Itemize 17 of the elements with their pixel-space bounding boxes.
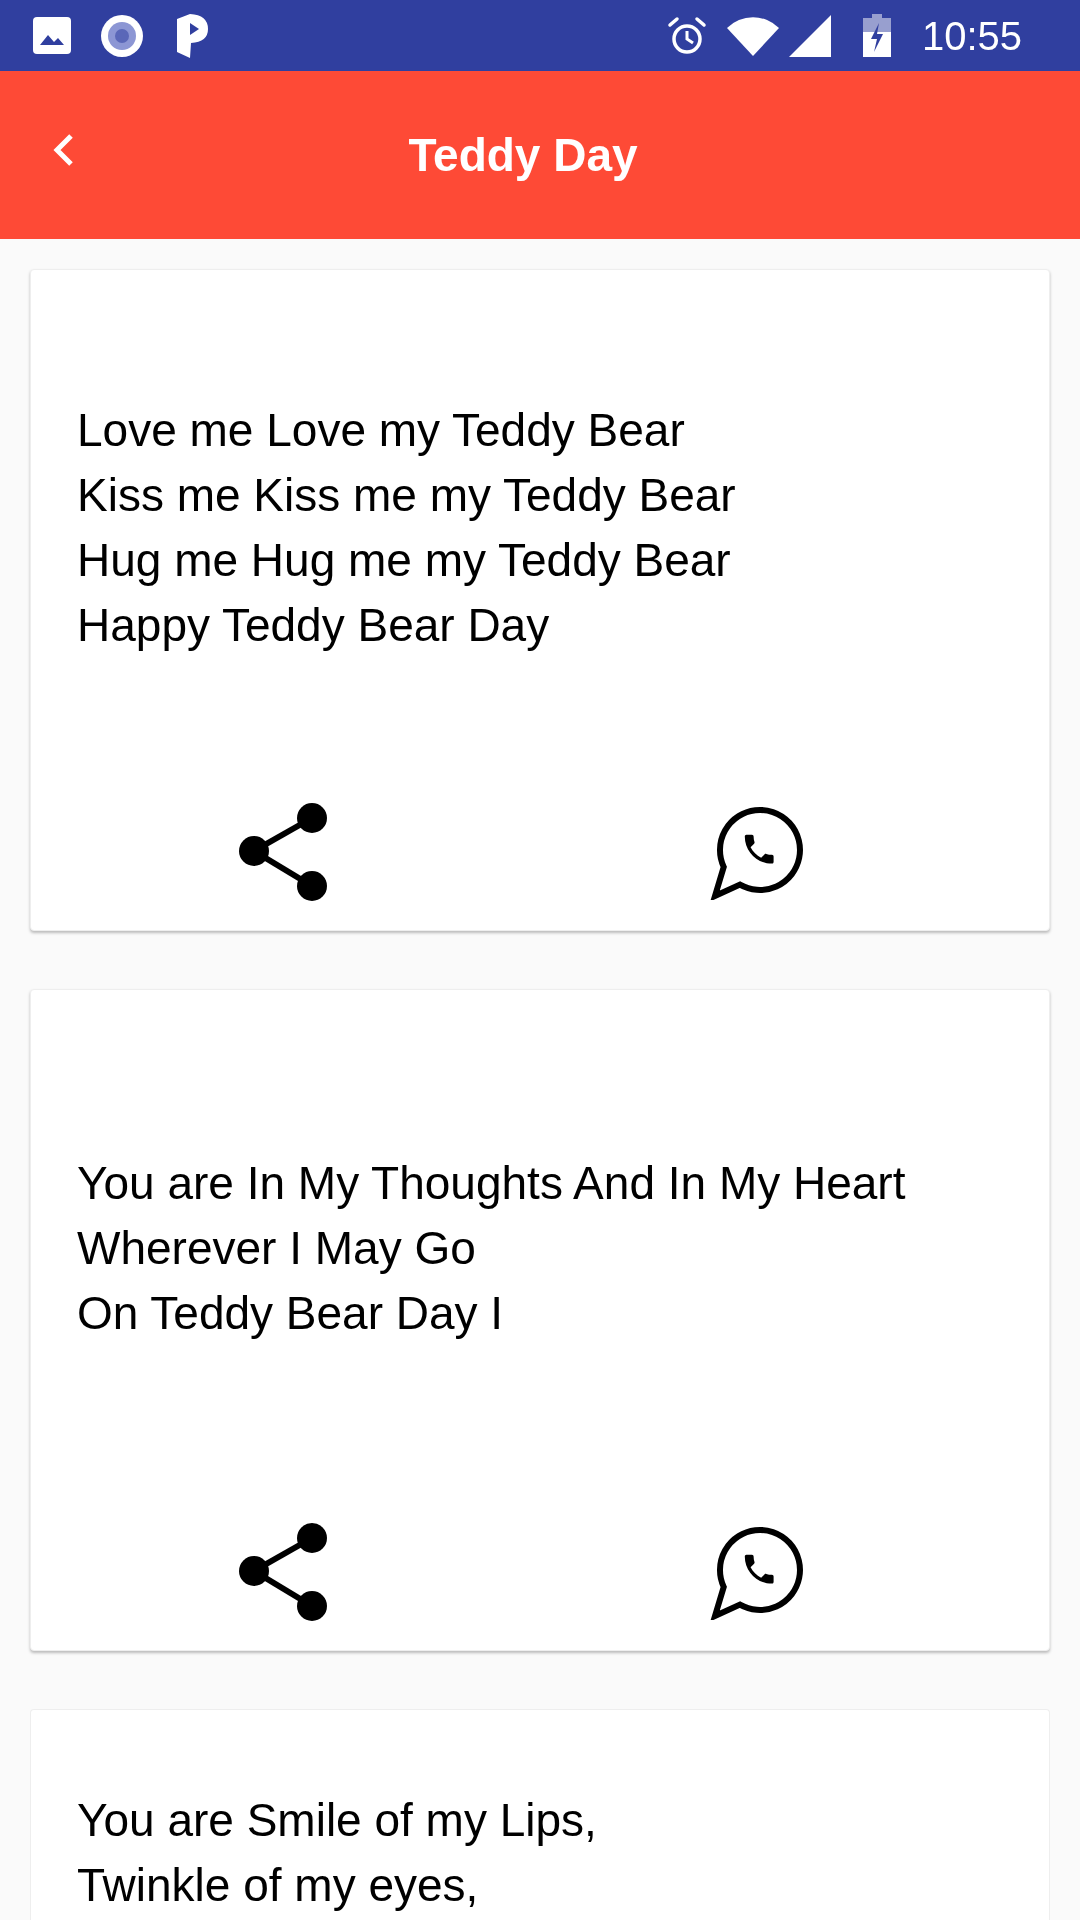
- alarm-clock-icon: [666, 15, 707, 56]
- share-icon[interactable]: [238, 1523, 327, 1622]
- message-text: You are Smile of my Lips, Twinkle of my eyes,: [77, 1793, 598, 1913]
- battery-charging-icon: [862, 14, 891, 57]
- phone-bubble-icon[interactable]: [710, 804, 805, 901]
- phone-bubble-icon[interactable]: [710, 1524, 805, 1621]
- message-text: Love me Love my Teddy Bear Kiss me Kiss me my Teddy Bear Hug me Hug me my Teddy Bear Happy Teddy Bear Day: [77, 403, 736, 654]
- status-time: 10:55: [921, 15, 1022, 56]
- record-icon: [101, 14, 143, 57]
- wifi-icon: [726, 15, 779, 56]
- screen-title: Teddy Day: [408, 128, 638, 183]
- image-icon: [33, 17, 71, 54]
- message-text: You are In My Thoughts And In My Heart Wherever I May Go On Teddy Bear Day I: [77, 1155, 906, 1341]
- share-icon[interactable]: [238, 803, 327, 902]
- letter-p-icon: [175, 13, 209, 58]
- back-icon[interactable]: [52, 133, 75, 167]
- signal-icon: [788, 14, 831, 57]
